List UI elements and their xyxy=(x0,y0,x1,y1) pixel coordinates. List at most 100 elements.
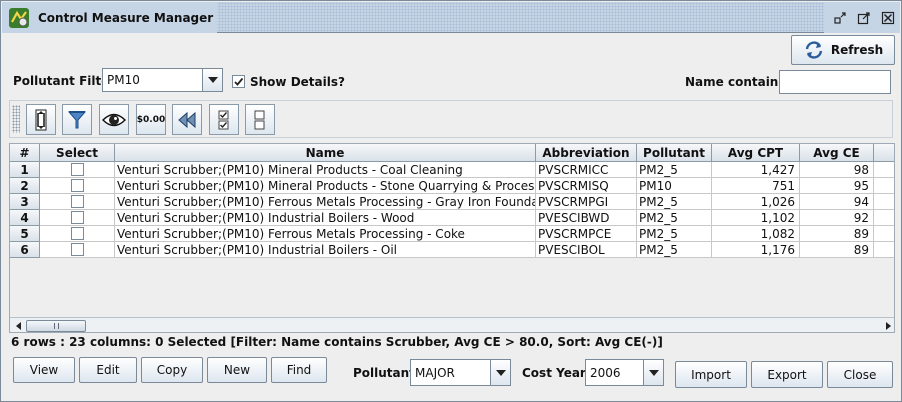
title-area: Control Measure Manager xyxy=(2,2,218,33)
show-details-label: Show Details? xyxy=(250,75,345,89)
row-select-checkbox[interactable] xyxy=(70,195,84,208)
chevron-down-icon[interactable] xyxy=(202,69,222,91)
column-header-avg-cpt[interactable]: Avg CPT xyxy=(712,144,800,162)
pollutant-select[interactable]: MAJOR xyxy=(410,359,511,386)
row-avg-cpt: 1,102 xyxy=(712,210,800,226)
row-select-checkbox[interactable] xyxy=(70,227,84,240)
column-header-abbreviation[interactable]: Abbreviation xyxy=(536,144,637,162)
row-extra xyxy=(874,178,894,194)
table-body: 1 Venturi Scrubber;(PM10) Mineral Produc… xyxy=(10,162,894,317)
pollutant-filter-select[interactable]: PM10 xyxy=(102,68,223,92)
status-bar-text: 6 rows : 23 columns: 0 Selected [Filter:… xyxy=(11,335,663,349)
cost-year-select[interactable]: 2006 xyxy=(585,359,664,386)
row-pollutant: PM2_5 xyxy=(637,226,712,242)
refresh-icon xyxy=(805,41,823,59)
row-abbreviation: PVSCRMPCE xyxy=(536,226,637,242)
scroll-left-icon[interactable] xyxy=(11,319,25,332)
row-abbreviation: PVESCIBWD xyxy=(536,210,637,226)
reset-button[interactable] xyxy=(172,104,202,135)
row-avg-ce: 89 xyxy=(800,242,874,258)
scrollbar-thumb[interactable] xyxy=(26,320,86,332)
row-extra xyxy=(874,226,894,242)
rewind-icon xyxy=(178,111,196,128)
restore-button[interactable] xyxy=(828,8,852,28)
toolbar-grip[interactable] xyxy=(12,105,20,133)
table-row[interactable]: 2 Venturi Scrubber;(PM10) Mineral Produc… xyxy=(10,178,894,194)
refresh-button[interactable]: Refresh xyxy=(791,35,895,65)
title-bar[interactable]: Control Measure Manager xyxy=(2,2,900,33)
find-button[interactable]: Find xyxy=(271,357,327,383)
row-pollutant: PM10 xyxy=(637,178,712,194)
row-select-checkbox[interactable] xyxy=(70,163,84,176)
row-extra xyxy=(874,210,894,226)
row-select-checkbox[interactable] xyxy=(70,211,84,224)
view-columns-button[interactable] xyxy=(99,104,129,135)
row-avg-ce: 94 xyxy=(800,194,874,210)
restore-icon xyxy=(834,11,846,24)
row-abbreviation: PVSCRMISQ xyxy=(536,178,637,194)
copy-button[interactable]: Copy xyxy=(141,357,203,383)
row-select-checkbox[interactable] xyxy=(70,179,84,192)
column-header-pollutant[interactable]: Pollutant xyxy=(637,144,712,162)
scroll-right-icon[interactable] xyxy=(881,319,894,332)
window-controls xyxy=(824,2,900,33)
row-name: Venturi Scrubber;(PM10) Mineral Products… xyxy=(115,178,536,194)
row-abbreviation: PVSCRMPGI xyxy=(536,194,637,210)
row-pollutant: PM2_5 xyxy=(637,194,712,210)
chevron-down-icon[interactable] xyxy=(490,360,510,385)
row-extra xyxy=(874,162,894,178)
name-contains-input[interactable] xyxy=(779,70,891,94)
resize-columns-button[interactable] xyxy=(26,104,56,135)
table-row[interactable]: 3 Venturi Scrubber;(PM10) Ferrous Metals… xyxy=(10,194,894,210)
table-row[interactable]: 6 Venturi Scrubber;(PM10) Industrial Boi… xyxy=(10,242,894,258)
row-extra xyxy=(874,194,894,210)
select-all-button[interactable] xyxy=(209,104,239,135)
row-select-checkbox[interactable] xyxy=(70,243,84,256)
refresh-label: Refresh xyxy=(830,43,884,57)
format-button[interactable]: $0.00 xyxy=(136,104,166,135)
checkmark-icon xyxy=(234,77,244,86)
row-avg-ce: 95 xyxy=(800,178,874,194)
row-avg-cpt: 1,082 xyxy=(712,226,800,242)
column-header-number[interactable]: # xyxy=(10,144,40,162)
eye-icon xyxy=(102,113,126,126)
edit-button[interactable]: Edit xyxy=(79,357,137,383)
show-details-checkbox[interactable] xyxy=(232,75,245,88)
row-avg-cpt: 1,427 xyxy=(712,162,800,178)
export-button[interactable]: Export xyxy=(751,361,823,388)
row-name: Venturi Scrubber;(PM10) Ferrous Metals P… xyxy=(115,226,536,242)
import-button[interactable]: Import xyxy=(675,361,747,388)
row-extra xyxy=(874,242,894,258)
format-icon: $0.00 xyxy=(136,114,166,125)
filter-button[interactable] xyxy=(62,104,92,135)
table-row[interactable]: 1 Venturi Scrubber;(PM10) Mineral Produc… xyxy=(10,162,894,178)
maximize-button[interactable] xyxy=(852,8,876,28)
row-name: Venturi Scrubber;(PM10) Industrial Boile… xyxy=(115,242,536,258)
column-header-more[interactable] xyxy=(874,144,894,162)
cost-year-value: 2006 xyxy=(590,365,621,380)
row-abbreviation: PVESCIBOL xyxy=(536,242,637,258)
row-pollutant: PM2_5 xyxy=(637,162,712,178)
new-button[interactable]: New xyxy=(207,357,267,383)
row-select-cell xyxy=(40,178,115,194)
view-button[interactable]: View xyxy=(13,357,75,383)
maximize-icon xyxy=(857,11,870,24)
control-measure-manager-window: Control Measure Manager Refresh Pollutan… xyxy=(0,0,902,402)
control-measures-table: # Select Name Abbreviation Pollutant Avg… xyxy=(9,143,895,333)
resize-columns-icon xyxy=(35,109,47,130)
column-header-name[interactable]: Name xyxy=(115,144,536,162)
close-window-button[interactable] xyxy=(876,8,900,28)
table-row[interactable]: 4 Venturi Scrubber;(PM10) Industrial Boi… xyxy=(10,210,894,226)
row-avg-cpt: 1,026 xyxy=(712,194,800,210)
cost-year-label: Cost Year: xyxy=(522,366,591,380)
table-row[interactable]: 5 Venturi Scrubber;(PM10) Ferrous Metals… xyxy=(10,226,894,242)
horizontal-scrollbar[interactable] xyxy=(10,317,894,332)
close-icon xyxy=(881,11,895,24)
row-avg-ce: 89 xyxy=(800,226,874,242)
close-button[interactable]: Close xyxy=(827,361,893,388)
column-header-select[interactable]: Select xyxy=(40,144,115,162)
column-header-avg-ce[interactable]: Avg CE xyxy=(800,144,874,162)
chevron-down-icon[interactable] xyxy=(643,360,663,385)
clear-selection-button[interactable] xyxy=(245,104,275,135)
row-name: Venturi Scrubber;(PM10) Mineral Products… xyxy=(115,162,536,178)
